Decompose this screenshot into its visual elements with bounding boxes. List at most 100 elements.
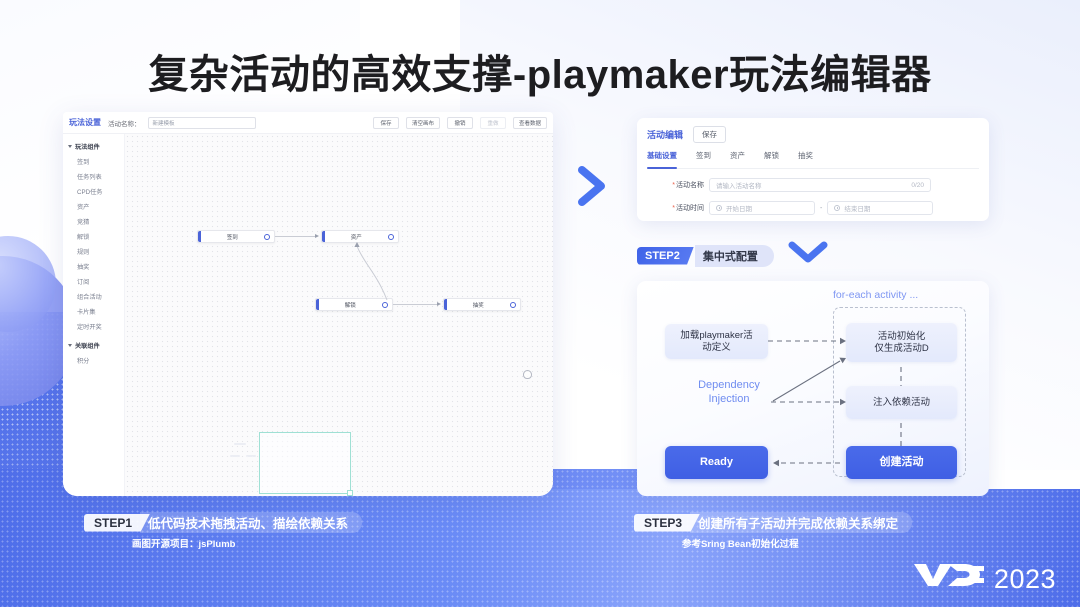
- activity-name-placeholder: 请输入活动名称: [716, 183, 762, 190]
- minimap-ghost-node: [246, 455, 256, 457]
- minimap-ghost-node: [230, 455, 240, 457]
- save-button[interactable]: 保存: [693, 126, 727, 143]
- toolbar-clear-canvas-button[interactable]: 清空画布: [405, 116, 440, 129]
- tab-qiandao[interactable]: 签到: [696, 150, 711, 164]
- tab-basic-settings[interactable]: 基础设置: [647, 150, 677, 169]
- sidebar-item-cpd-task[interactable]: CPD任务: [63, 184, 124, 199]
- dependency-injection-label: Dependency Injection: [698, 379, 760, 405]
- sidebar-group-playmaker-components[interactable]: 玩法组件: [63, 139, 124, 154]
- flow-node-activity-init: 活动初始化 仅生成活动D: [846, 323, 957, 362]
- step1-banner: STEP1 低代码技术拖拽活动、描绘依赖关系 画图开源项目：jsPlumb: [84, 512, 363, 550]
- step1-row: STEP1 低代码技术拖拽活动、描绘依赖关系: [84, 512, 363, 533]
- vdc-mark-icon: [912, 561, 986, 593]
- field-row-activity-time: *活动时间 开始日期 - 结束日期: [647, 201, 979, 215]
- logo-year: 2023: [993, 564, 1056, 594]
- step3-text: 创建所有子活动并完成依赖关系绑定: [690, 512, 913, 533]
- node-label: 签到: [226, 234, 238, 241]
- editor-body: 玩法组件 签到 任务列表 CPD任务 资产 竞猜 解锁 规则 抽奖 订阅 组合活…: [63, 134, 553, 496]
- sidebar-item-rule[interactable]: 规则: [63, 244, 124, 259]
- sidebar-item-qiandao[interactable]: 签到: [63, 154, 124, 169]
- node-label: 抽奖: [472, 302, 484, 309]
- flow-node-label: Ready: [699, 455, 734, 468]
- sidebar-item-combo[interactable]: 组合活动: [63, 289, 124, 304]
- grab-cursor-icon: [523, 370, 532, 379]
- canvas-node-unlock[interactable]: 解锁: [315, 298, 393, 311]
- tab-lottery[interactable]: 抽奖: [798, 150, 813, 164]
- sidebar-item-tasklist[interactable]: 任务列表: [63, 169, 124, 184]
- flow-node-create-activity: 创建活动: [846, 446, 957, 479]
- canvas-edge-qiandao-asset: [275, 236, 317, 237]
- activity-name-label: *活动名称: [672, 182, 704, 189]
- tab-unlock[interactable]: 解锁: [764, 150, 779, 164]
- editor-sidebar: 玩法组件 签到 任务列表 CPD任务 资产 竞猜 解锁 规则 抽奖 订阅 组合活…: [63, 134, 125, 496]
- sidebar-item-asset[interactable]: 资产: [63, 199, 124, 214]
- activity-editor-tabs: 基础设置 签到 资产 解锁 抽奖: [647, 150, 979, 169]
- step2-chip: STEP2: [637, 246, 694, 265]
- sidebar-item-subscribe[interactable]: 订阅: [63, 274, 124, 289]
- sidebar-item-guess[interactable]: 竞猜: [63, 214, 124, 229]
- node-endpoint-icon[interactable]: [382, 301, 388, 308]
- chevron-down-icon: [68, 344, 72, 347]
- field-row-activity-name: *活动名称 请输入活动名称 0/20: [647, 178, 979, 192]
- tab-asset[interactable]: 资产: [730, 150, 745, 164]
- activity-name-input[interactable]: 新建模板: [147, 116, 256, 129]
- page-title: 复杂活动的高效支撑-playmaker玩法编辑器: [148, 53, 932, 97]
- activity-editor-card: 活动编辑 保存 基础设置 签到 资产 解锁 抽奖 *活动名称 请输入活动名称 0…: [637, 118, 989, 221]
- flow-node-label: 注入依赖活动: [872, 396, 930, 408]
- flow-node-label: 加载playmaker活 动定义: [680, 329, 753, 353]
- toolbar-save-button[interactable]: 保存: [372, 116, 399, 129]
- step3-row: STEP3 创建所有子活动并完成依赖关系绑定: [634, 512, 913, 533]
- activity-name-input[interactable]: 请输入活动名称 0/20: [709, 178, 931, 192]
- node-endpoint-icon[interactable]: [510, 301, 516, 308]
- start-date-placeholder: 开始日期: [726, 206, 752, 213]
- toolbar-redo-button[interactable]: 重做: [479, 116, 506, 129]
- start-date-input[interactable]: 开始日期: [709, 201, 815, 215]
- canvas-node-lottery[interactable]: 抽奖: [443, 298, 521, 311]
- step2-text: 集中式配置: [694, 244, 774, 267]
- vdc-logo: 2023: [912, 561, 1056, 593]
- node-endpoint-icon[interactable]: [388, 233, 394, 240]
- chevron-down-icon: [68, 145, 72, 148]
- flow-node-label: 创建活动: [879, 455, 924, 468]
- clock-icon: [716, 205, 722, 211]
- step3-banner: STEP3 创建所有子活动并完成依赖关系绑定 参考Sring Bean初始化过程: [634, 512, 913, 550]
- minimap-ghost-node: [234, 443, 246, 445]
- step2-marker: STEP2 集中式配置: [637, 240, 829, 271]
- node-endpoint-icon[interactable]: [264, 233, 270, 240]
- node-label: 解锁: [344, 302, 356, 309]
- activity-time-label: *活动时间: [672, 205, 704, 212]
- canvas-node-qiandao[interactable]: 签到: [197, 230, 275, 243]
- end-date-placeholder: 结束日期: [844, 206, 871, 213]
- canvas-edge-arrowhead: [437, 301, 441, 306]
- node-label: 资产: [350, 234, 362, 241]
- canvas-edge-unlock-lottery: [393, 304, 439, 305]
- end-date-input[interactable]: 结束日期: [827, 201, 934, 215]
- canvas-edge-arrowhead: [315, 233, 319, 238]
- sidebar-item-lottery[interactable]: 抽奖: [63, 259, 124, 274]
- sidebar-item-cardset[interactable]: 卡片集: [63, 304, 124, 319]
- sidebar-group-label: 玩法组件: [75, 144, 100, 151]
- canvas-node-asset[interactable]: 资产: [321, 230, 399, 243]
- step1-chip: STEP1: [84, 513, 151, 532]
- resize-handle[interactable]: [347, 490, 353, 496]
- flow-node-inject-dependency: 注入依赖活动: [846, 386, 957, 419]
- sidebar-group-related-components[interactable]: 关联组件: [63, 338, 124, 353]
- dependency-flow-diagram: for-each activity ... 加载playmaker活 动定义 D…: [637, 281, 989, 496]
- sidebar-item-points[interactable]: 积分: [63, 353, 124, 368]
- canvas-selection-box[interactable]: [230, 432, 353, 496]
- editor-toolbar: 玩法设置 活动名称： 新建模板 保存 清空画布 撤销 重做 查看数据: [63, 112, 553, 134]
- clock-icon: [834, 205, 841, 211]
- chevron-down-icon: [787, 240, 829, 271]
- required-marker: *: [672, 205, 675, 212]
- toolbar-undo-button[interactable]: 撤销: [446, 116, 473, 129]
- sidebar-group-label: 关联组件: [75, 343, 100, 350]
- sidebar-item-unlock[interactable]: 解锁: [63, 229, 124, 244]
- toolbar-view-data-button[interactable]: 查看数据: [512, 116, 547, 129]
- activity-editor-header: 活动编辑 保存: [647, 126, 979, 143]
- step1-subtext: 画图开源项目：jsPlumb: [132, 539, 236, 550]
- flow-node-ready: Ready: [665, 446, 768, 479]
- date-range-separator: -: [820, 204, 823, 212]
- flow-canvas[interactable]: 签到 资产 解锁 抽奖: [125, 134, 553, 496]
- foreach-group-label: for-each activity ...: [833, 289, 919, 301]
- sidebar-item-timed-draw[interactable]: 定时开奖: [63, 319, 124, 334]
